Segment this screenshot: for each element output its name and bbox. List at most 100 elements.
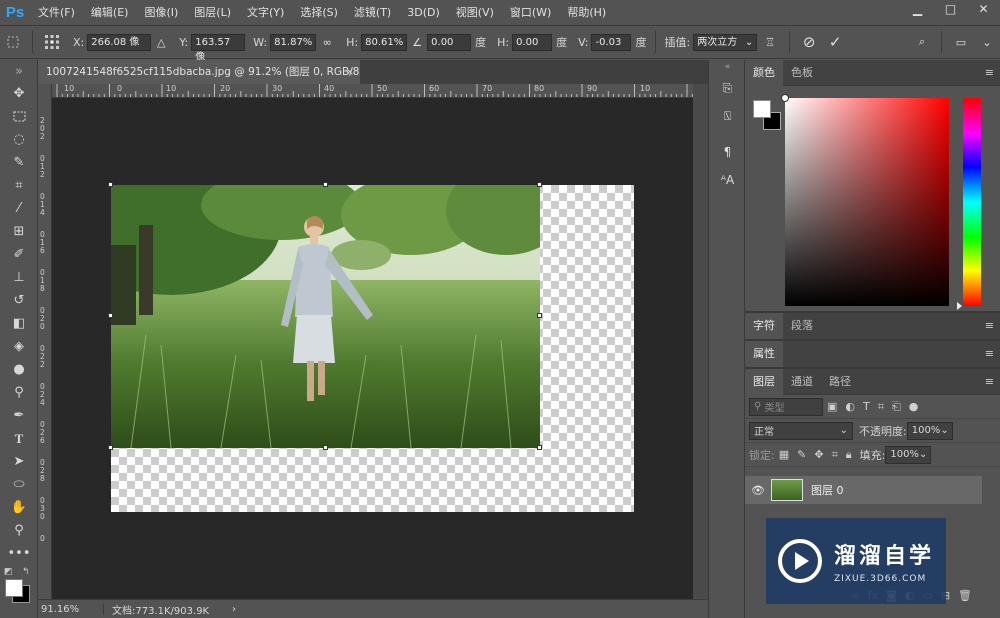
search-icon[interactable]: ⌕ (912, 32, 932, 52)
filter-shape-icon[interactable]: ⌗ (878, 400, 884, 414)
menu-edit[interactable]: 编辑(E) (83, 0, 137, 25)
visibility-eye-icon[interactable]: 👁︎ (745, 484, 771, 497)
blur-tool-icon[interactable]: ● (0, 358, 38, 381)
color-picker-cursor[interactable] (781, 94, 789, 102)
menu-image[interactable]: 图像(I) (136, 0, 186, 25)
angle-field[interactable]: 0.00 (427, 33, 472, 51)
quick-select-tool-icon[interactable]: ✎ (0, 151, 38, 174)
default-colors-icon[interactable]: ◩ (4, 567, 13, 577)
tab-paths[interactable]: 路径 (821, 369, 859, 395)
close-tab-icon[interactable]: × (345, 60, 354, 84)
filter-smart-object-icon[interactable]: ⎗ (892, 400, 901, 414)
filter-toggle-icon[interactable]: ● (909, 400, 919, 413)
panel-menu-icon[interactable]: ≡ (985, 341, 994, 367)
maximize-button[interactable]: □ (934, 0, 967, 18)
type-tool-icon[interactable]: T (0, 427, 38, 450)
panel-menu-icon[interactable]: ≡ (985, 369, 994, 395)
history-icon[interactable]: ⎘ (709, 74, 746, 102)
tab-character[interactable]: 字符 (745, 313, 783, 339)
history-brush-tool-icon[interactable]: ↺ (0, 289, 38, 312)
marquee-tool-icon[interactable] (0, 105, 38, 128)
menu-window[interactable]: 窗口(W) (502, 0, 559, 25)
transform-handle-t[interactable] (323, 182, 328, 187)
menu-type[interactable]: 文字(Y) (239, 0, 292, 25)
cancel-transform-icon[interactable]: ⊘ (799, 32, 819, 52)
swap-colors-icon[interactable]: ↰ (22, 567, 30, 577)
filter-adjustment-icon[interactable]: ◐ (845, 400, 855, 413)
layer-image[interactable] (111, 185, 540, 448)
workspace-chevron-icon[interactable]: ⌄ (977, 32, 997, 52)
tab-paragraph[interactable]: 段落 (783, 313, 821, 339)
move-tool-icon[interactable]: ✥ (0, 82, 38, 105)
paragraph-icon[interactable]: ¶ (709, 138, 746, 166)
transform-handle-tl[interactable] (108, 182, 113, 187)
vskew-field[interactable]: -0.03 (591, 33, 632, 51)
hue-slider-handle[interactable] (957, 302, 962, 310)
transform-handle-br[interactable] (537, 445, 542, 450)
blend-mode-select[interactable]: 正常 ⌄ (749, 421, 853, 440)
menu-layer[interactable]: 图层(L) (186, 0, 239, 25)
ellipse-tool-icon[interactable]: ⬭ (0, 473, 38, 496)
brush-settings-icon[interactable]: ⍂ (709, 102, 746, 130)
color-swatches[interactable]: ◩ ↰ (0, 565, 37, 611)
tab-channels[interactable]: 通道 (783, 369, 821, 395)
fill-field[interactable]: 100% ⌄ (885, 445, 932, 464)
zoom-tool-icon[interactable]: ⚲ (0, 519, 38, 542)
eyedropper-tool-icon[interactable]: ⁄ (0, 197, 38, 220)
lasso-tool-icon[interactable]: ◌ (0, 128, 38, 151)
layer-name[interactable]: 图层 0 (811, 482, 844, 498)
menu-3d[interactable]: 3D(D) (399, 0, 448, 25)
tab-properties[interactable]: 属性 (745, 341, 783, 367)
interp-select[interactable]: 两次立方 ⌄ (693, 33, 758, 51)
document-tab[interactable]: 1007241548f6525cf115dbacba.jpg @ 91.2% (… (38, 60, 360, 84)
lock-transparent-icon[interactable]: ▦ (779, 448, 789, 461)
transform-handle-bl[interactable] (108, 445, 113, 450)
delta-icon[interactable]: △ (154, 32, 168, 52)
w-field[interactable]: 81.87% (270, 33, 317, 51)
canvas-area[interactable] (52, 98, 693, 599)
reference-point-icon[interactable] (42, 32, 62, 52)
menu-filter[interactable]: 滤镜(T) (346, 0, 399, 25)
fg-bg-color-picker[interactable] (753, 100, 781, 130)
hand-tool-icon[interactable]: ✋ (0, 496, 38, 519)
vertical-scrollbar[interactable] (693, 84, 708, 599)
tab-layers[interactable]: 图层 (745, 368, 783, 395)
x-field[interactable]: 266.08 像 (87, 33, 152, 51)
ruler-vertical[interactable]: 2020120140160180200220240260280300 (38, 84, 52, 599)
ruler-horizontal[interactable]: 10 0 10 20 30 40 50 60 70 80 90 10 (52, 84, 693, 98)
lock-artboard-icon[interactable]: ⌗ (832, 448, 838, 462)
transform-handle-l[interactable] (108, 313, 113, 318)
dodge-tool-icon[interactable]: ⚲ (0, 381, 38, 404)
transform-handle-tr[interactable] (537, 182, 542, 187)
brush-tool-icon[interactable]: ✐ (0, 243, 38, 266)
minimize-button[interactable]: ▁ (901, 0, 934, 18)
workspace-icon[interactable]: ▭ (951, 32, 971, 52)
menu-view[interactable]: 视图(V) (448, 0, 502, 25)
transform-handle-b[interactable] (323, 445, 328, 450)
stamp-tool-icon[interactable]: ⊥ (0, 266, 38, 289)
y-field[interactable]: 163.57 像 (191, 33, 246, 63)
link-icon[interactable]: ∞ (319, 32, 335, 52)
panel-menu-icon[interactable]: ≡ (985, 60, 994, 86)
commit-transform-icon[interactable]: ✓ (825, 32, 845, 52)
filter-pixel-icon[interactable]: ▣ (827, 400, 837, 413)
layer-row[interactable]: 👁︎ 图层 0 (745, 476, 982, 504)
path-select-tool-icon[interactable]: ➤ (0, 450, 38, 473)
filter-type-icon[interactable]: T (863, 400, 870, 413)
layer-kind-filter[interactable]: ⚲ 类型 (749, 397, 823, 416)
healing-tool-icon[interactable]: ⊞ (0, 220, 38, 243)
toolbar-collapse-icon[interactable]: » (0, 60, 38, 82)
saturation-brightness-field[interactable] (781, 94, 949, 306)
dock-collapse-icon[interactable]: « (709, 60, 746, 74)
pen-tool-icon[interactable]: ✒ (0, 404, 38, 427)
menu-file[interactable]: 文件(F) (30, 0, 83, 25)
bucket-tool-icon[interactable]: ◈ (0, 335, 38, 358)
panel-menu-icon[interactable]: ≡ (985, 313, 994, 339)
close-window-button[interactable]: ✕ (967, 0, 1000, 18)
foreground-color-swatch[interactable] (5, 579, 23, 597)
h-field[interactable]: 80.61% (361, 33, 408, 51)
transform-tool-icon[interactable] (3, 32, 23, 52)
eraser-tool-icon[interactable]: ◧ (0, 312, 38, 335)
zoom-level[interactable]: 91.16% (38, 603, 104, 615)
hskew-field[interactable]: 0.00 (512, 33, 553, 51)
